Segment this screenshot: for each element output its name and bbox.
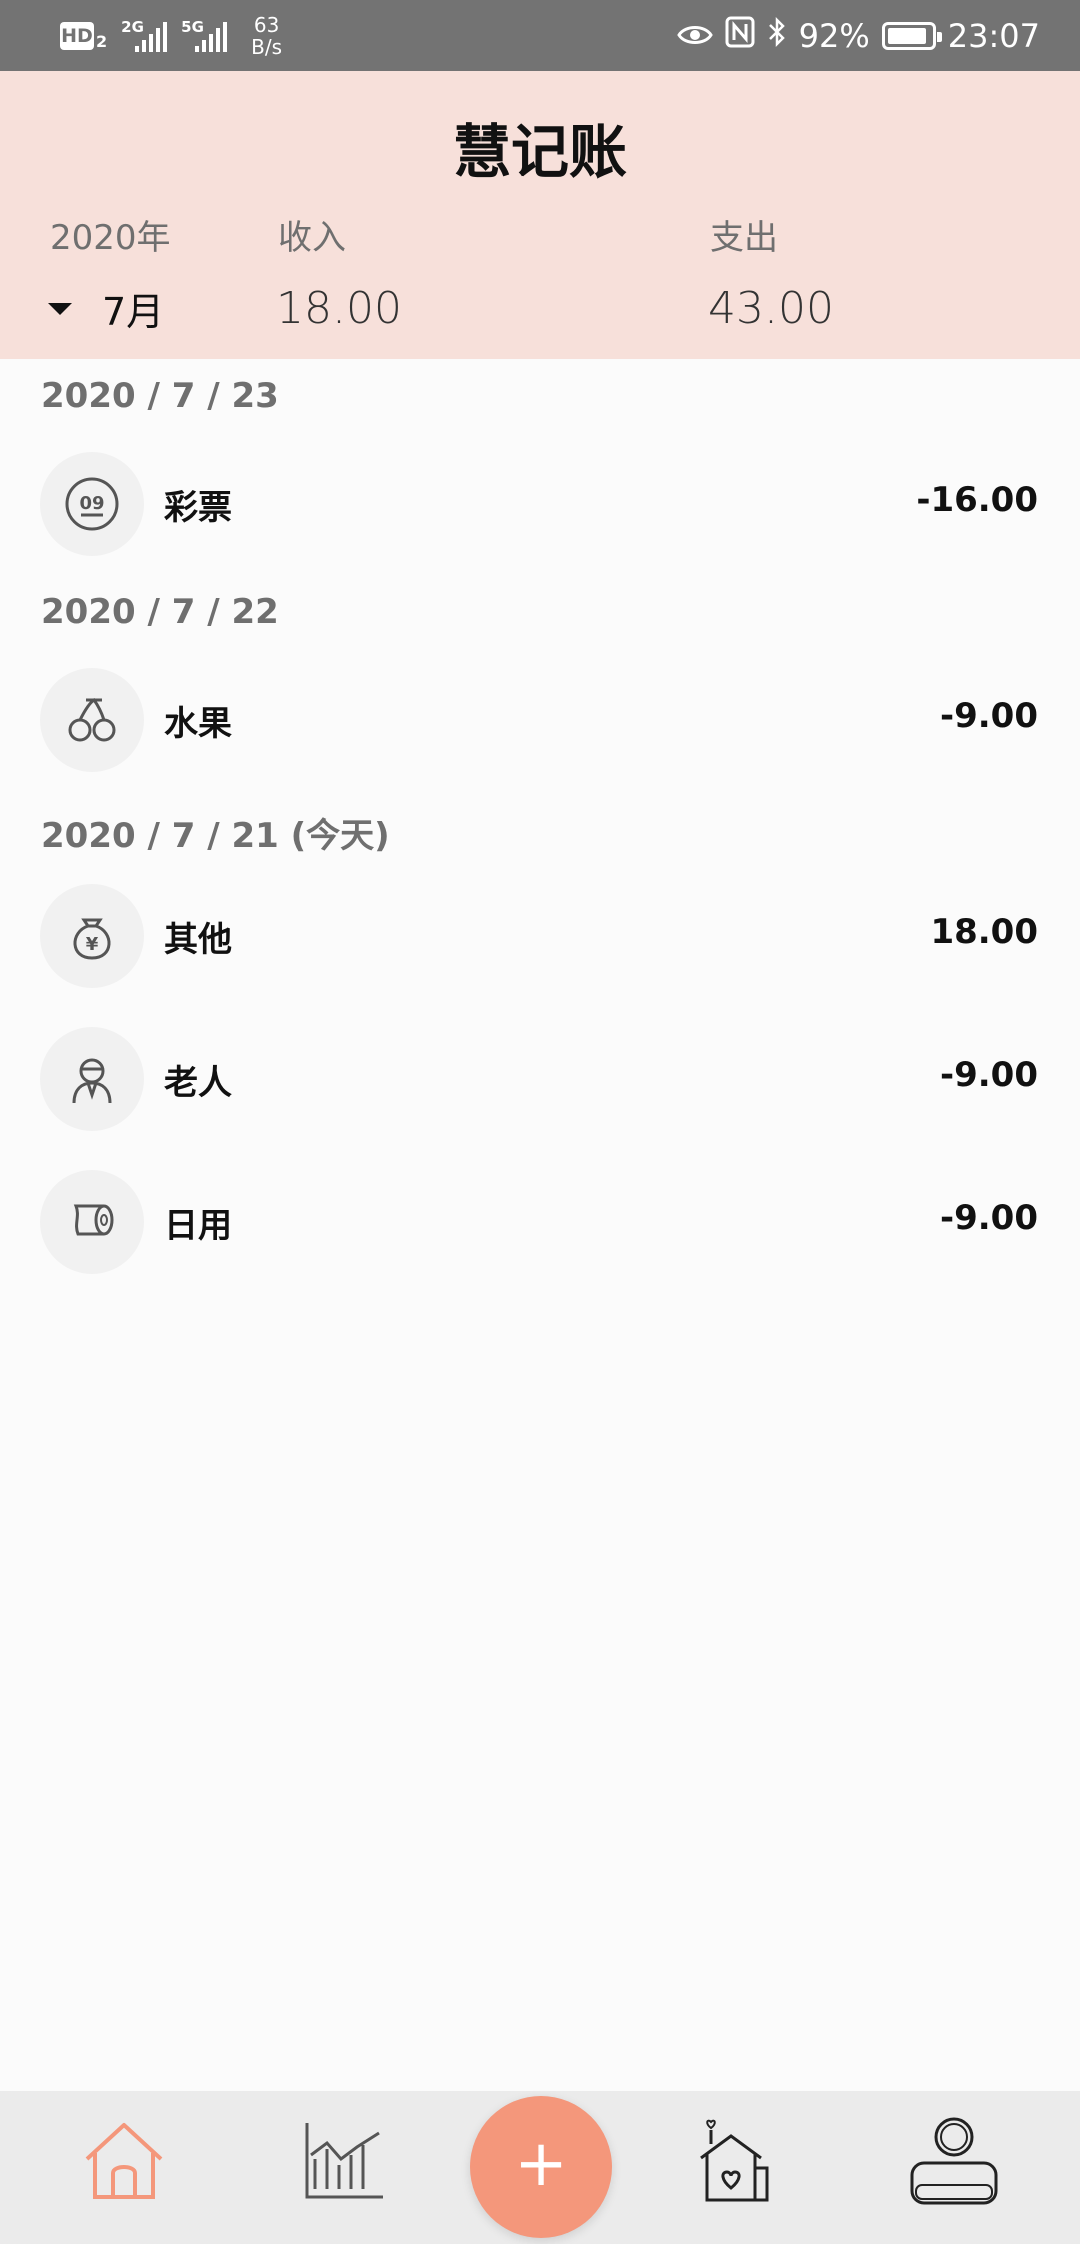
status-left: HD 2 2G 5G 63 B/s <box>60 14 282 58</box>
svg-text:09: 09 <box>79 493 104 514</box>
record-amount: -9.00 <box>940 696 1038 736</box>
nav-home[interactable] <box>74 2113 174 2213</box>
nav-profile[interactable] <box>904 2113 1004 2213</box>
net-speed-unit: B/s <box>251 35 283 59</box>
lottery-icon: 09 <box>40 452 144 556</box>
status-right: 92% 23:07 <box>676 14 1040 58</box>
record-item[interactable]: 老人 -9.00 <box>0 1027 1080 1133</box>
record-amount: 18.00 <box>930 912 1038 952</box>
date-header: 2020 / 7 / 21 (今天) <box>41 816 390 856</box>
record-category: 老人 <box>164 1063 232 1103</box>
record-amount: -16.00 <box>916 480 1038 520</box>
record-category: 彩票 <box>164 488 232 528</box>
income-value: 18.00 <box>276 283 402 334</box>
summary-header: 慧记账 2020年 7月 收入 18.00 支出 43.00 <box>0 71 1080 359</box>
record-item[interactable]: 09 彩票 -16.00 <box>0 452 1080 558</box>
house-heart-icon <box>691 2116 777 2210</box>
cherry-icon <box>40 668 144 772</box>
expense-value: 43.00 <box>708 283 834 334</box>
record-item[interactable]: 日用 -9.00 <box>0 1170 1080 1276</box>
record-item[interactable]: ¥ 其他 18.00 <box>0 884 1080 990</box>
status-time: 23:07 <box>947 17 1040 55</box>
money-bag-icon: ¥ <box>40 884 144 988</box>
record-category: 其他 <box>164 920 232 960</box>
record-category: 日用 <box>164 1206 232 1246</box>
hd-sub: 2 <box>96 31 108 51</box>
nav-statistics[interactable] <box>294 2113 394 2213</box>
app-title: 慧记账 <box>452 118 627 186</box>
record-amount: -9.00 <box>940 1055 1038 1095</box>
home-icon <box>81 2119 167 2207</box>
hd-badge: HD <box>60 22 94 50</box>
income-label: 收入 <box>278 218 346 258</box>
eye-icon <box>676 17 713 55</box>
svg-text:¥: ¥ <box>86 934 99 955</box>
record-category: 水果 <box>164 704 232 744</box>
record-amount: -9.00 <box>940 1198 1038 1238</box>
year-label: 2020年 <box>50 218 171 258</box>
net-speed: 63 B/s <box>251 14 282 58</box>
date-header: 2020 / 7 / 23 <box>41 376 279 416</box>
date-header: 2020 / 7 / 22 <box>41 592 279 632</box>
bluetooth-icon <box>767 16 787 56</box>
expense-label: 支出 <box>710 218 778 258</box>
nav-family[interactable] <box>684 2113 784 2213</box>
add-record-button[interactable]: + <box>470 2096 612 2238</box>
month-picker[interactable]: 7月 <box>48 281 164 336</box>
signal-2g-icon: 2G <box>121 18 168 54</box>
battery-icon <box>881 22 942 50</box>
net-speed-value: 63 <box>253 13 280 37</box>
chart-icon <box>301 2119 387 2207</box>
profile-icon <box>906 2115 1002 2211</box>
add-icon: + <box>514 2127 568 2201</box>
status-bar: HD 2 2G 5G 63 B/s 92% 23:07 <box>0 0 1080 71</box>
nfc-icon <box>725 16 755 56</box>
signal-5g-icon: 5G <box>181 18 228 54</box>
record-item[interactable]: 水果 -9.00 <box>0 668 1080 774</box>
elder-icon <box>40 1027 144 1131</box>
battery-percent: 92% <box>798 17 870 55</box>
month-label: 7月 <box>102 290 165 334</box>
caret-down-icon <box>48 302 72 315</box>
toilet-paper-icon <box>40 1170 144 1274</box>
